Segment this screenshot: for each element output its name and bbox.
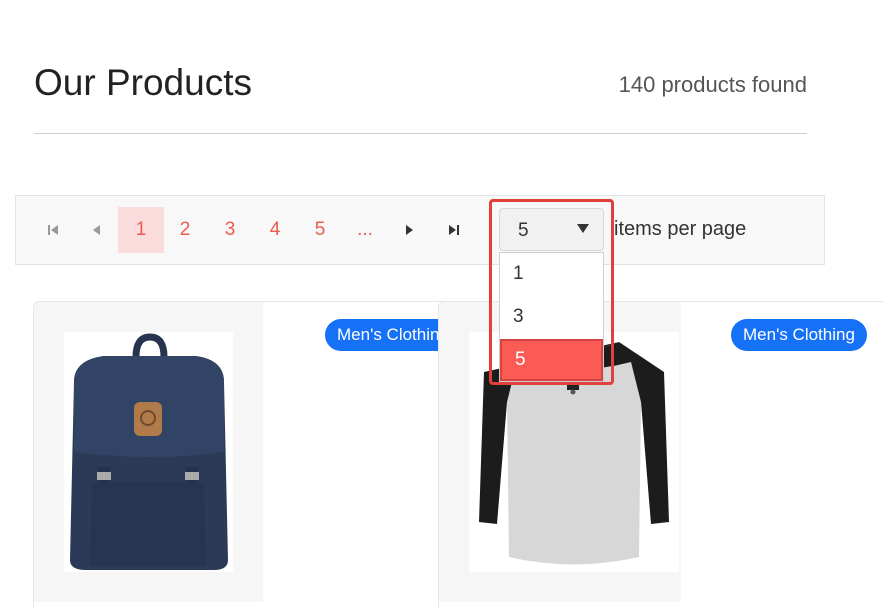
- option-5[interactable]: 5: [500, 339, 603, 381]
- page-2-button[interactable]: 2: [163, 207, 207, 253]
- page-title: Our Products: [34, 62, 252, 103]
- product-count: 140 products found: [618, 72, 807, 97]
- option-3[interactable]: 3: [500, 296, 603, 338]
- previous-page-button[interactable]: [82, 207, 112, 253]
- first-page-button[interactable]: [38, 207, 68, 253]
- option-1[interactable]: 1: [500, 253, 603, 295]
- more-pages-button[interactable]: ...: [343, 207, 387, 253]
- selected-value: 5: [518, 220, 529, 241]
- last-page-button[interactable]: [439, 207, 469, 253]
- next-page-icon: [406, 225, 413, 235]
- header-divider: [34, 133, 807, 134]
- page-5-button[interactable]: 5: [298, 207, 342, 253]
- page-4-button[interactable]: 4: [253, 207, 297, 253]
- product-image: [64, 332, 233, 572]
- previous-page-icon: [93, 225, 100, 235]
- last-page-icon: [449, 225, 459, 235]
- page-3-button[interactable]: 3: [208, 207, 252, 253]
- items-per-page-select[interactable]: 5: [499, 208, 604, 251]
- products-page: Our Products 140 products found 1 2 3 4 …: [0, 0, 883, 608]
- backpack-image: [70, 333, 228, 570]
- product-card[interactable]: Men's Clothing: [33, 301, 453, 608]
- items-per-page-dropdown: 1 3 5: [499, 252, 604, 382]
- items-per-page-label: items per page: [614, 218, 747, 240]
- first-page-icon: [48, 225, 58, 235]
- category-badge: Men's Clothing: [325, 319, 452, 351]
- chevron-down-icon: [577, 224, 589, 233]
- pagination-bar: 1 2 3 4 5 ... items per page: [15, 195, 825, 265]
- category-badge: Men's Clothing: [731, 319, 867, 351]
- product-image-area: [34, 302, 263, 602]
- page-1-button[interactable]: 1: [118, 207, 164, 253]
- next-page-button[interactable]: [394, 207, 424, 253]
